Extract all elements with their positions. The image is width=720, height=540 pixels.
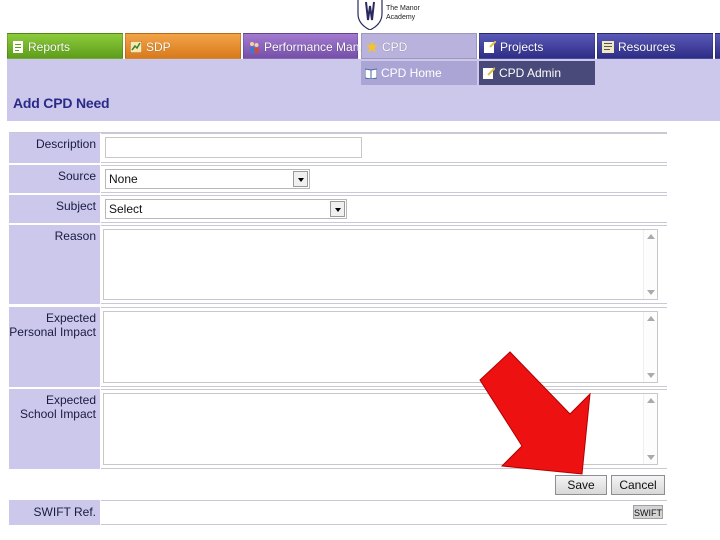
subject-select[interactable]: Select — [105, 199, 347, 219]
scroll-down-icon[interactable] — [647, 290, 655, 295]
sdp-icon — [130, 41, 142, 53]
personal-impact-label: Expected Personal Impact — [9, 307, 100, 387]
source-select[interactable]: None — [105, 169, 310, 189]
tab-performance[interactable]: Performance Man. — [243, 33, 363, 59]
scroll-down-icon[interactable] — [647, 455, 655, 460]
tab-cpd[interactable]: CPD — [361, 33, 477, 59]
personal-impact-label-line1: Expected — [45, 311, 96, 325]
school-impact-label-line1: Expected — [45, 393, 96, 407]
subtab-cpd-admin-label: CPD Admin — [499, 66, 562, 80]
description-cell — [101, 133, 667, 163]
reason-label: Reason — [9, 225, 100, 304]
description-label: Description — [9, 133, 100, 163]
scroll-up-icon[interactable] — [647, 234, 655, 239]
school-impact-scrollbar[interactable] — [643, 394, 657, 464]
tab-overflow[interactable] — [715, 33, 720, 59]
tab-projects[interactable]: Projects — [479, 33, 595, 59]
resources-icon — [602, 41, 614, 53]
school-impact-label: Expected School Impact — [9, 389, 100, 469]
cancel-button[interactable]: Cancel — [611, 475, 665, 495]
swift-ref-cell: SWIFT — [101, 500, 667, 525]
reason-scrollbar[interactable] — [643, 230, 657, 299]
tab-sdp[interactable]: SDP — [125, 33, 241, 59]
scroll-up-icon[interactable] — [647, 316, 655, 321]
description-input[interactable] — [105, 137, 362, 158]
main-nav: Reports SDP Performance Man. CPD Project… — [0, 33, 720, 59]
subtab-cpd-admin[interactable]: CPD Admin — [479, 61, 595, 85]
annotation-arrow-icon — [479, 351, 591, 475]
subject-label: Subject — [9, 195, 100, 223]
star-icon — [366, 41, 378, 53]
reason-textarea[interactable] — [103, 229, 658, 300]
shield-crest-icon — [357, 0, 383, 30]
personal-impact-scrollbar[interactable] — [643, 312, 657, 382]
logo-line-1: The Manor — [386, 5, 420, 12]
scroll-down-icon[interactable] — [647, 373, 655, 378]
tab-performance-label: Performance Man. — [264, 40, 363, 54]
swift-button[interactable]: SWIFT — [633, 505, 663, 519]
subtab-cpd-home-label: CPD Home — [381, 66, 442, 80]
school-logo: The Manor Academy — [356, 0, 424, 30]
tab-sdp-label: SDP — [146, 40, 171, 54]
personal-impact-label-line2: Personal Impact — [9, 325, 96, 339]
tab-resources[interactable]: Resources — [597, 33, 713, 59]
subject-cell: Select — [101, 195, 667, 223]
logo-line-2: Academy — [386, 14, 416, 21]
scroll-up-icon[interactable] — [647, 398, 655, 403]
source-label: Source — [9, 165, 100, 193]
book-icon — [365, 68, 377, 79]
subtab-cpd-home[interactable]: CPD Home — [361, 61, 477, 85]
swift-ref-label: SWIFT Ref. — [9, 500, 100, 525]
reason-cell — [101, 225, 667, 304]
reports-icon — [13, 41, 23, 53]
people-icon — [250, 42, 259, 53]
source-cell: None — [101, 165, 667, 193]
tab-projects-label: Projects — [500, 40, 544, 54]
page-title: Add CPD Need — [13, 95, 110, 111]
tab-reports[interactable]: Reports — [7, 33, 123, 59]
tab-reports-label: Reports — [28, 40, 71, 54]
chevron-down-icon[interactable] — [293, 171, 308, 187]
admin-icon — [483, 67, 495, 79]
projects-icon — [484, 41, 496, 53]
subject-select-value: Select — [109, 202, 143, 216]
school-impact-label-line2: School Impact — [19, 407, 96, 421]
tab-resources-label: Resources — [618, 40, 676, 54]
tab-cpd-label: CPD — [382, 40, 408, 54]
chevron-down-icon[interactable] — [330, 201, 345, 217]
source-select-value: None — [109, 172, 138, 186]
